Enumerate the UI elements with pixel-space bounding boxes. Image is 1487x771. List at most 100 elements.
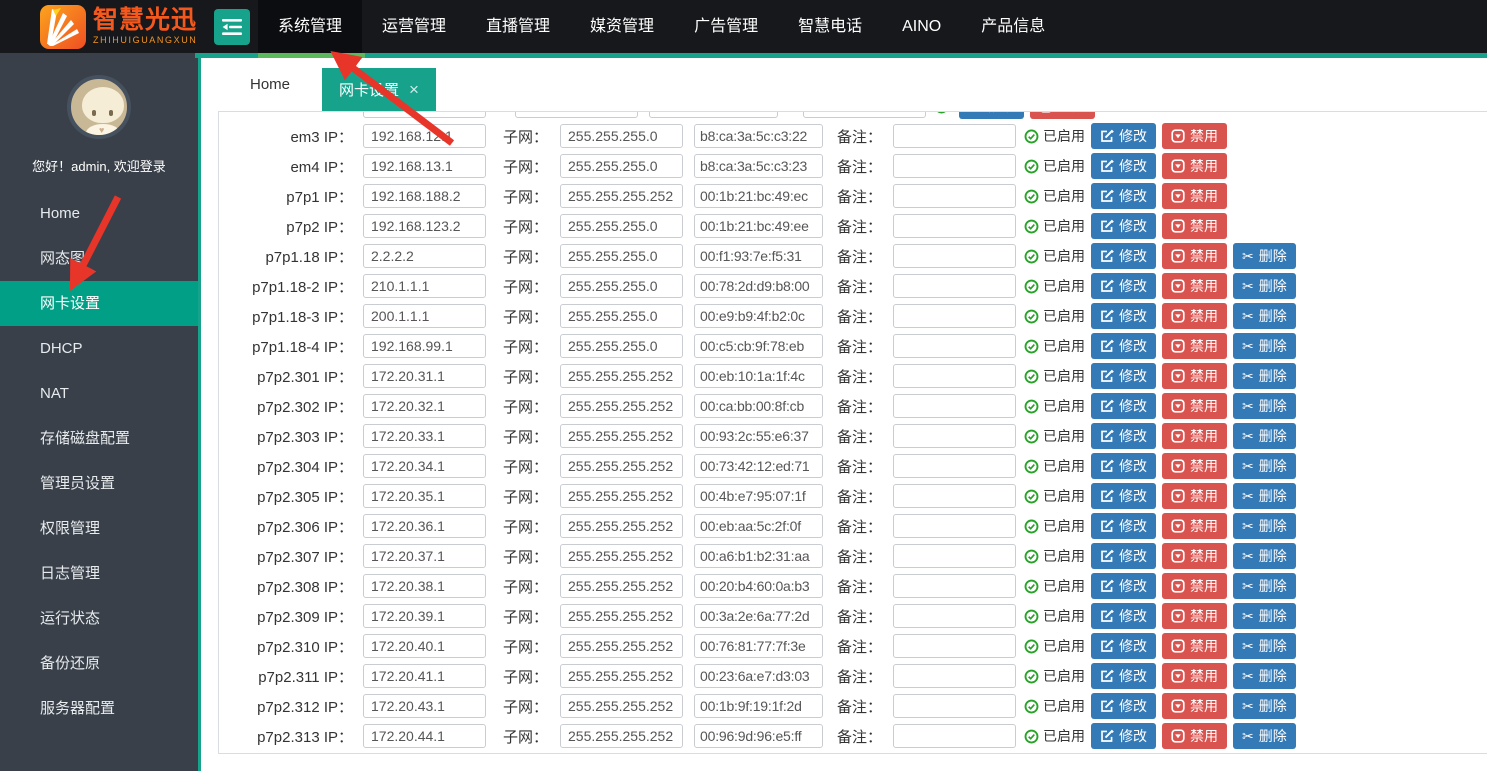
- remark-input[interactable]: [893, 484, 1016, 508]
- remark-input[interactable]: [893, 244, 1016, 268]
- topnav-item-广告管理[interactable]: 广告管理: [674, 0, 778, 53]
- ip-input[interactable]: [363, 454, 486, 478]
- sidebar-item-Home[interactable]: Home: [0, 191, 198, 236]
- tab-网卡设置[interactable]: 网卡设置 ×: [322, 68, 436, 111]
- modify-button[interactable]: 修改: [1091, 213, 1156, 239]
- delete-button[interactable]: ✂删除: [1233, 543, 1296, 569]
- mac-input[interactable]: [694, 184, 823, 208]
- subnet-input[interactable]: [560, 604, 683, 628]
- delete-button[interactable]: ✂删除: [1233, 243, 1296, 269]
- mac-input[interactable]: [694, 334, 823, 358]
- disable-button[interactable]: 禁用: [1162, 723, 1227, 749]
- disable-button[interactable]: 禁用: [1162, 603, 1227, 629]
- delete-button[interactable]: ✂删除: [1233, 663, 1296, 689]
- remark-input[interactable]: [893, 604, 1016, 628]
- ip-input[interactable]: [363, 484, 486, 508]
- subnet-input[interactable]: [560, 334, 683, 358]
- modify-button[interactable]: 修改: [1091, 153, 1156, 179]
- ip-input[interactable]: [363, 664, 486, 688]
- subnet-input[interactable]: [560, 574, 683, 598]
- mac-input[interactable]: [694, 484, 823, 508]
- modify-button[interactable]: 修改: [1091, 333, 1156, 359]
- remark-input[interactable]: [893, 214, 1016, 238]
- subnet-input[interactable]: [560, 514, 683, 538]
- topnav-item-运营管理[interactable]: 运营管理: [362, 0, 466, 53]
- disable-button[interactable]: 禁用: [1162, 123, 1227, 149]
- ip-input[interactable]: [363, 124, 486, 148]
- disable-button[interactable]: 禁用: [1162, 183, 1227, 209]
- ip-input[interactable]: [363, 364, 486, 388]
- tab-Home[interactable]: Home: [218, 58, 322, 111]
- modify-button[interactable]: 修改: [1091, 603, 1156, 629]
- disable-button[interactable]: 禁用: [1162, 693, 1227, 719]
- mac-input[interactable]: [694, 634, 823, 658]
- ip-input[interactable]: [363, 694, 486, 718]
- mac-input[interactable]: [694, 274, 823, 298]
- modify-button[interactable]: 修改: [1091, 723, 1156, 749]
- remark-input[interactable]: [893, 634, 1016, 658]
- disable-button[interactable]: 禁用: [1162, 663, 1227, 689]
- sidebar-item-运行状态[interactable]: 运行状态: [0, 596, 198, 641]
- disable-button[interactable]: 禁用: [1162, 633, 1227, 659]
- delete-button[interactable]: ✂删除: [1233, 393, 1296, 419]
- subnet-input[interactable]: [515, 111, 638, 118]
- ip-input[interactable]: [363, 574, 486, 598]
- delete-button[interactable]: ✂删除: [1233, 603, 1296, 629]
- ip-input[interactable]: [363, 304, 486, 328]
- modify-button[interactable]: 修改: [1091, 513, 1156, 539]
- mac-input[interactable]: [694, 724, 823, 748]
- mac-input[interactable]: [694, 364, 823, 388]
- mac-input[interactable]: [694, 514, 823, 538]
- sidebar-item-权限管理[interactable]: 权限管理: [0, 506, 198, 551]
- topnav-item-AINO[interactable]: AINO: [882, 0, 961, 53]
- topnav-item-直播管理[interactable]: 直播管理: [466, 0, 570, 53]
- remark-input[interactable]: [893, 424, 1016, 448]
- ip-input[interactable]: [363, 634, 486, 658]
- delete-button[interactable]: ✂删除: [1233, 333, 1296, 359]
- disable-button[interactable]: 禁用: [1162, 333, 1227, 359]
- sidebar-item-NAT[interactable]: NAT: [0, 371, 198, 416]
- subnet-input[interactable]: [560, 184, 683, 208]
- mac-input[interactable]: [694, 664, 823, 688]
- disable-button[interactable]: 禁用: [1162, 273, 1227, 299]
- ip-input[interactable]: [363, 244, 486, 268]
- delete-button[interactable]: ✂删除: [1233, 723, 1296, 749]
- remark-input[interactable]: [893, 304, 1016, 328]
- remark-input[interactable]: [893, 124, 1016, 148]
- disable-button[interactable]: 禁用: [1162, 483, 1227, 509]
- subnet-input[interactable]: [560, 634, 683, 658]
- delete-button[interactable]: ✂删除: [1233, 423, 1296, 449]
- sidebar-item-管理员设置[interactable]: 管理员设置: [0, 461, 198, 506]
- sidebar-item-存储磁盘配置[interactable]: 存储磁盘配置: [0, 416, 198, 461]
- sidebar-toggle-button[interactable]: [214, 9, 250, 45]
- modify-button[interactable]: 修改: [1091, 453, 1156, 479]
- modify-button[interactable]: 修改: [1091, 393, 1156, 419]
- ip-input[interactable]: [363, 154, 486, 178]
- sidebar-item-备份还原[interactable]: 备份还原: [0, 641, 198, 686]
- remark-input[interactable]: [893, 544, 1016, 568]
- delete-button[interactable]: ✂删除: [1233, 573, 1296, 599]
- ip-input[interactable]: [363, 544, 486, 568]
- delete-button[interactable]: ✂删除: [1233, 513, 1296, 539]
- ip-input[interactable]: [363, 334, 486, 358]
- topnav-item-产品信息[interactable]: 产品信息: [961, 0, 1065, 53]
- ip-input[interactable]: [363, 604, 486, 628]
- tab-close-icon[interactable]: ×: [409, 81, 419, 98]
- mac-input[interactable]: [649, 111, 778, 118]
- subnet-input[interactable]: [560, 274, 683, 298]
- modify-button[interactable]: 修改: [1091, 303, 1156, 329]
- mac-input[interactable]: [694, 214, 823, 238]
- remark-input[interactable]: [893, 184, 1016, 208]
- disable-button[interactable]: 禁用: [1162, 573, 1227, 599]
- disable-button[interactable]: 禁用: [1162, 243, 1227, 269]
- mac-input[interactable]: [694, 154, 823, 178]
- subnet-input[interactable]: [560, 484, 683, 508]
- modify-button[interactable]: 修改: [959, 111, 1024, 119]
- modify-button[interactable]: 修改: [1091, 543, 1156, 569]
- remark-input[interactable]: [893, 694, 1016, 718]
- modify-button[interactable]: 修改: [1091, 573, 1156, 599]
- subnet-input[interactable]: [560, 394, 683, 418]
- remark-input[interactable]: [893, 514, 1016, 538]
- modify-button[interactable]: 修改: [1091, 363, 1156, 389]
- disable-button[interactable]: 禁用: [1162, 153, 1227, 179]
